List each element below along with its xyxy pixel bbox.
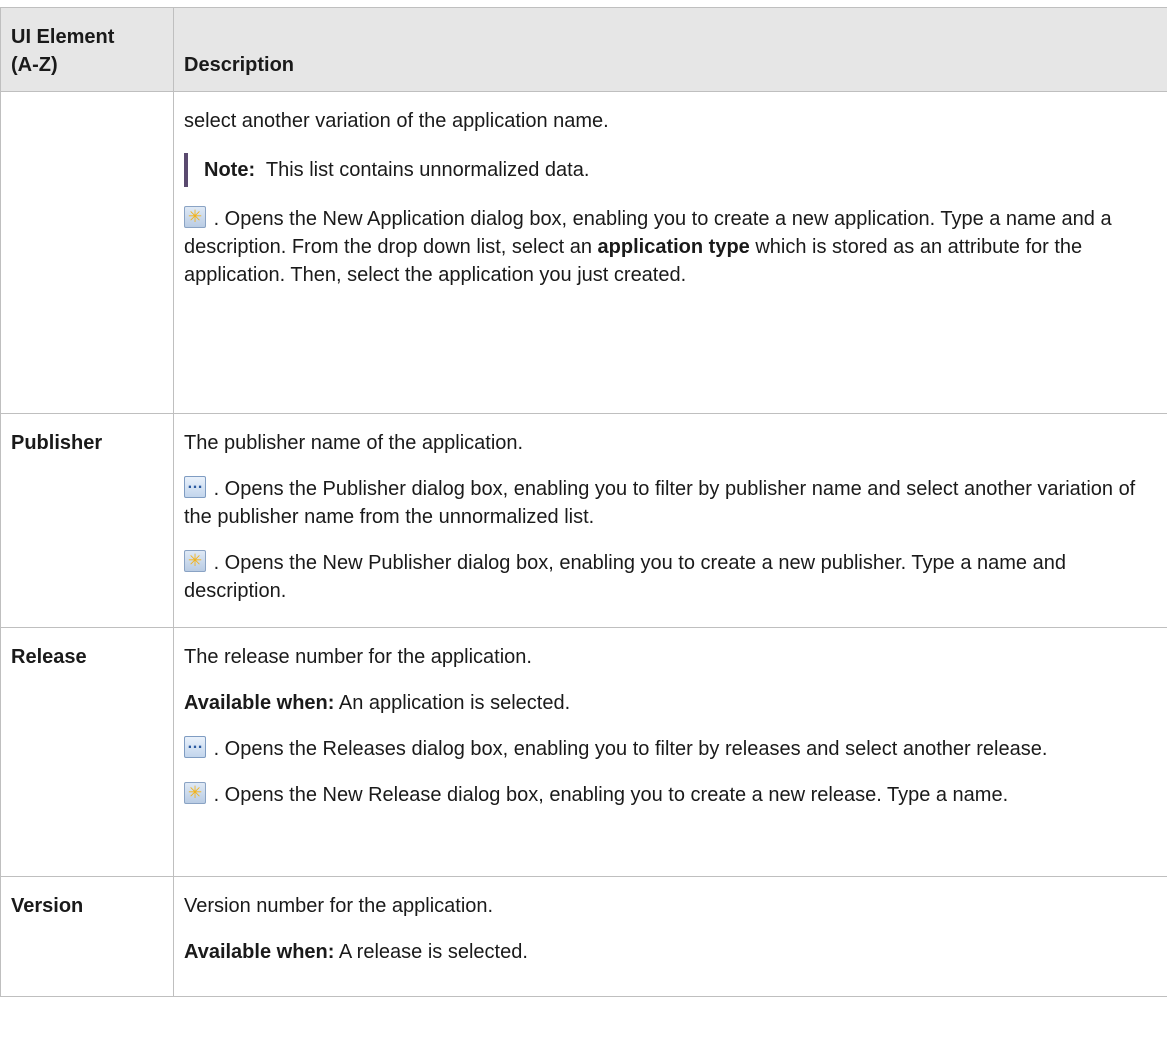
browse-icon — [184, 733, 206, 758]
description-text: . Opens the Publisher dialog box, enabli… — [184, 473, 1157, 531]
row-name-continued — [0, 91, 174, 414]
row-description: select another variation of the applicat… — [173, 91, 1167, 414]
note-text: This list contains unnormalized data. — [265, 159, 590, 181]
text-segment: . Opens the Releases dialog box, enablin… — [213, 738, 1048, 760]
text-segment: . Opens the Publisher dialog box, enabli… — [184, 478, 1136, 528]
text-segment: . Opens the New Publisher dialog box, en… — [184, 552, 1066, 602]
description-text: . Opens the New Publisher dialog box, en… — [184, 549, 1157, 605]
new-item-icon — [184, 206, 206, 228]
description-text: The release number for the application. — [184, 646, 532, 668]
description-text: select another variation of the applicat… — [184, 110, 609, 132]
description-text: . Opens the New Release dialog box, enab… — [184, 781, 1157, 809]
table-row: select another variation of the applicat… — [0, 91, 1167, 414]
available-when-label: Available when: — [184, 692, 335, 714]
description-text: . Opens the Releases dialog box, enablin… — [184, 733, 1157, 763]
note-block: Note: This list contains unnormalized da… — [184, 153, 1157, 187]
table-row: Version Version number for the applicati… — [0, 876, 1167, 997]
header-ui-element: UI Element (A-Z) — [0, 7, 174, 92]
description-text: Version number for the application. — [184, 895, 494, 917]
row-description: The publisher name of the application. .… — [173, 413, 1167, 628]
availability-text: Available when: A release is selected. — [184, 938, 1157, 966]
table-row: Publisher The publisher name of the appl… — [0, 413, 1167, 628]
application-type-label: application type — [597, 236, 750, 258]
row-description: The release number for the application. … — [173, 627, 1167, 877]
new-item-icon — [184, 550, 206, 572]
description-text: The publisher name of the application. — [184, 432, 524, 454]
note-label: Note: — [204, 159, 256, 181]
row-name-version: Version — [0, 876, 174, 997]
new-item-icon — [184, 782, 206, 804]
table-header: UI Element (A-Z) Description — [0, 7, 1167, 92]
available-when-label: Available when: — [184, 941, 335, 963]
row-name-release: Release — [0, 627, 174, 877]
text-segment: An application is selected. — [334, 692, 571, 714]
ui-elements-table: UI Element (A-Z) Description select anot… — [0, 7, 1167, 997]
header-row: UI Element (A-Z) Description — [0, 7, 1167, 92]
browse-icon — [184, 473, 206, 498]
header-description: Description — [173, 7, 1167, 92]
availability-text: Available when: An application is select… — [184, 689, 1157, 717]
text-segment: A release is selected. — [334, 941, 528, 963]
description-text: . Opens the New Application dialog box, … — [184, 205, 1157, 289]
text-segment: . Opens the New Release dialog box, enab… — [213, 784, 1009, 806]
row-name-publisher: Publisher — [0, 413, 174, 628]
row-description: Version number for the application. Avai… — [173, 876, 1167, 997]
table-row: Release The release number for the appli… — [0, 627, 1167, 877]
